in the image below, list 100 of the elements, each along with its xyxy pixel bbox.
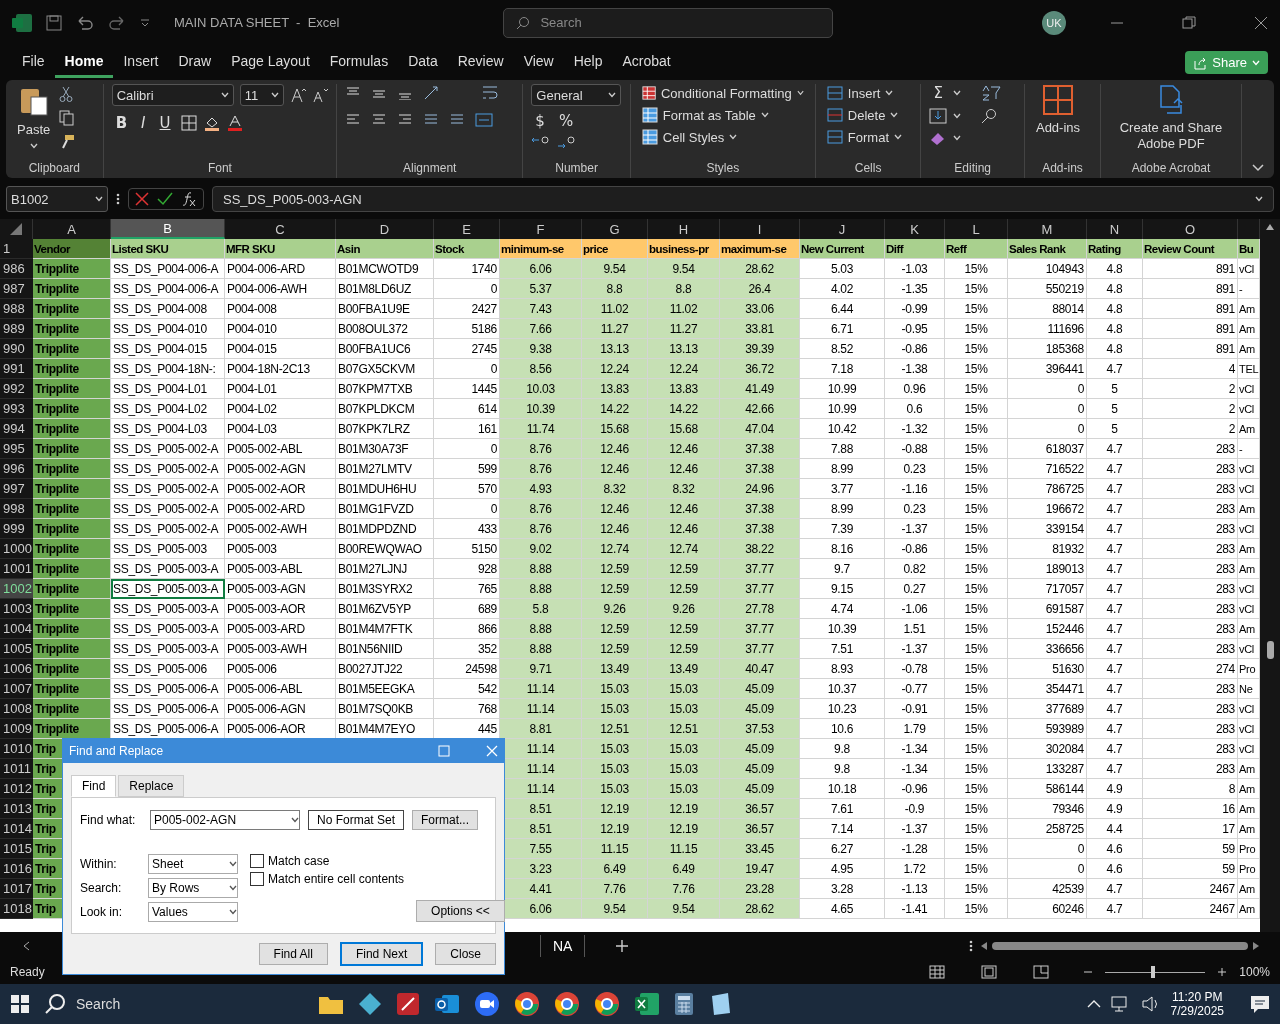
- function-icon[interactable]: [181, 191, 197, 207]
- row-header[interactable]: 996: [0, 459, 33, 479]
- borders-icon[interactable]: [180, 115, 197, 131]
- clock-date[interactable]: 7/29/2025: [1170, 1004, 1224, 1018]
- sheet-tab[interactable]: NA: [540, 935, 586, 957]
- row-header[interactable]: 1011: [0, 759, 33, 779]
- row-header[interactable]: 1018: [0, 899, 33, 919]
- styles-button[interactable]: Format as Table: [638, 106, 807, 124]
- styles-button[interactable]: Conditional Formatting: [638, 84, 807, 102]
- create-pdf-button[interactable]: Create and Share Adobe PDF: [1109, 84, 1233, 161]
- increase-indent-icon[interactable]: [449, 113, 466, 127]
- column-header[interactable]: G: [582, 219, 648, 239]
- close-icon[interactable]: [1254, 15, 1268, 30]
- scroll-right-icon[interactable]: [1252, 941, 1260, 951]
- row-header[interactable]: 995: [0, 439, 33, 459]
- save-icon[interactable]: [46, 14, 62, 31]
- browser-icon[interactable]: [554, 991, 580, 1017]
- caret-icon[interactable]: [229, 885, 237, 891]
- ribbon-tab[interactable]: Formulas: [319, 47, 399, 78]
- row-header[interactable]: 1016: [0, 859, 33, 879]
- search-field[interactable]: Search: [503, 7, 834, 38]
- column-header[interactable]: C: [225, 219, 336, 239]
- enter-check-icon[interactable]: [157, 192, 173, 206]
- add-sheet-icon[interactable]: [615, 939, 630, 953]
- dialog-tab[interactable]: Find: [71, 775, 117, 797]
- row-header[interactable]: 1007: [0, 679, 33, 699]
- column-header[interactable]: M: [1008, 219, 1087, 239]
- row-header[interactable]: 997: [0, 479, 33, 499]
- column-header[interactable]: D: [336, 219, 434, 239]
- cut-icon[interactable]: [59, 86, 74, 102]
- normal-view-icon[interactable]: [929, 965, 946, 979]
- zoom-slider-thumb[interactable]: [1151, 965, 1156, 978]
- row-header[interactable]: 1009: [0, 719, 33, 739]
- row-header[interactable]: 988: [0, 299, 33, 319]
- page-layout-icon[interactable]: [981, 965, 998, 979]
- font-name-field[interactable]: Calibri: [111, 84, 234, 106]
- ribbon-tab[interactable]: Data: [398, 47, 448, 78]
- row-header[interactable]: 1012: [0, 779, 33, 799]
- customize-toolbar-icon[interactable]: [140, 17, 150, 28]
- number-style-button[interactable]: $: [531, 112, 549, 130]
- font-color-icon[interactable]: [226, 115, 243, 131]
- redo-icon[interactable]: [108, 15, 126, 30]
- column-header[interactable]: O: [1143, 219, 1238, 239]
- column-header[interactable]: K: [885, 219, 945, 239]
- options-button[interactable]: Options <<: [416, 900, 505, 922]
- column-header[interactable]: I: [720, 219, 800, 239]
- mail-app-icon[interactable]: [434, 992, 460, 1016]
- scrollbar-thumb[interactable]: [1266, 641, 1274, 659]
- row-header[interactable]: 998: [0, 499, 33, 519]
- find-what-field[interactable]: P005-002-AGN: [150, 810, 300, 830]
- font-size-field[interactable]: 11: [239, 84, 284, 106]
- number-style-button[interactable]: %: [554, 112, 578, 130]
- cells-button[interactable]: Insert: [823, 84, 913, 102]
- column-header[interactable]: E: [434, 219, 500, 239]
- dropdown[interactable]: By Rows: [148, 878, 238, 898]
- cells-button[interactable]: Delete: [823, 106, 913, 124]
- wrap-text-icon[interactable]: [481, 84, 500, 102]
- start-icon[interactable]: [10, 994, 30, 1014]
- add-ins-button[interactable]: Add-ins: [1032, 84, 1084, 161]
- paste-button[interactable]: Paste: [14, 84, 54, 161]
- row-header[interactable]: 991: [0, 359, 33, 379]
- decrease-indent-icon[interactable]: [423, 113, 440, 127]
- align-left-icon[interactable]: [345, 113, 362, 127]
- show-hidden-icon[interactable]: [1086, 999, 1101, 1009]
- row-header[interactable]: 1015: [0, 839, 33, 859]
- caret-icon[interactable]: [291, 817, 299, 823]
- clock-time[interactable]: 11:20 PM: [1172, 990, 1223, 1004]
- row-header[interactable]: 1: [0, 239, 33, 259]
- row-header[interactable]: 1013: [0, 799, 33, 819]
- user-avatar[interactable]: UK: [1042, 10, 1066, 35]
- align-center-icon[interactable]: [371, 113, 388, 127]
- cancel-icon[interactable]: [135, 192, 149, 206]
- row-header[interactable]: 1005: [0, 639, 33, 659]
- column-header[interactable]: H: [648, 219, 720, 239]
- dropdown[interactable]: Sheet: [148, 854, 238, 874]
- taskbar-search[interactable]: Search: [44, 993, 304, 1015]
- notifications-icon[interactable]: [1250, 994, 1270, 1014]
- previous-sheet-icon[interactable]: [22, 941, 30, 951]
- row-header[interactable]: 999: [0, 519, 33, 539]
- more-icon[interactable]: [116, 192, 120, 206]
- ribbon-tab[interactable]: Draw: [168, 47, 222, 78]
- collapse-ribbon-icon[interactable]: [1252, 164, 1264, 172]
- checkbox[interactable]: [250, 872, 264, 886]
- browser-icon[interactable]: [594, 991, 620, 1017]
- decrease-decimal-icon[interactable]: [557, 136, 578, 150]
- checkbox[interactable]: [250, 854, 264, 868]
- ribbon-tab[interactable]: View: [513, 47, 564, 78]
- diamond-app-icon[interactable]: [358, 992, 382, 1016]
- row-header[interactable]: 987: [0, 279, 33, 299]
- maximize-icon[interactable]: [438, 745, 450, 757]
- video-app-icon[interactable]: [474, 991, 500, 1017]
- select-all-icon[interactable]: [10, 223, 22, 235]
- dialog-button[interactable]: Find All: [258, 943, 328, 965]
- restore-icon[interactable]: [1182, 15, 1196, 30]
- caret-icon[interactable]: [229, 861, 237, 867]
- search-icon[interactable]: [981, 108, 998, 124]
- format-painter-icon[interactable]: [59, 134, 76, 150]
- more-icon[interactable]: [969, 939, 974, 953]
- row-header[interactable]: 1001: [0, 559, 33, 579]
- zoom-in-icon[interactable]: [1217, 967, 1228, 977]
